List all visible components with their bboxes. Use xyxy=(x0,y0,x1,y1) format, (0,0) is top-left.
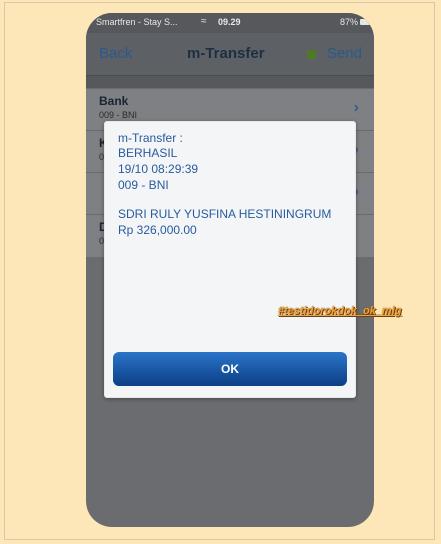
chevron-right-icon: › xyxy=(353,99,359,116)
page-title: m-Transfer xyxy=(187,45,265,62)
ok-button[interactable]: OK xyxy=(113,352,347,386)
section-gap xyxy=(86,76,374,88)
send-button[interactable]: Send xyxy=(327,45,362,62)
back-button[interactable]: Back xyxy=(99,45,132,62)
navigation-bar: Back m-Transfer Send xyxy=(86,33,374,76)
battery-icon xyxy=(360,19,370,25)
dialog-line-datetime: 19/10 08:29:39 xyxy=(118,162,199,176)
form-row-value: 009 - BNI xyxy=(99,110,138,120)
status-time: 09.29 xyxy=(218,17,241,27)
send-indicator-icon xyxy=(307,50,316,59)
watermark-text: #testidorokdok_ok_mlg xyxy=(278,305,402,317)
wifi-icon: ≈ xyxy=(201,16,207,27)
battery-percent: 87% xyxy=(339,17,358,27)
dialog-line-status: BERHASIL xyxy=(118,146,178,160)
form-row-label: Bank xyxy=(99,94,129,108)
dialog-amount: Rp 326,000.00 xyxy=(118,223,197,237)
transfer-result-dialog: m-Transfer : BERHASIL 19/10 08:29:39 009… xyxy=(104,121,356,398)
carrier-label: Smartfren - Stay S... xyxy=(96,17,178,27)
dialog-line-title: m-Transfer : xyxy=(118,131,183,145)
status-bar: Smartfren - Stay S... ≈ 09.29 87% xyxy=(86,13,374,33)
dialog-line-bank: 009 - BNI xyxy=(118,178,169,192)
dialog-recipient: SDRI RULY YUSFINA HESTININGRUM xyxy=(118,207,332,221)
